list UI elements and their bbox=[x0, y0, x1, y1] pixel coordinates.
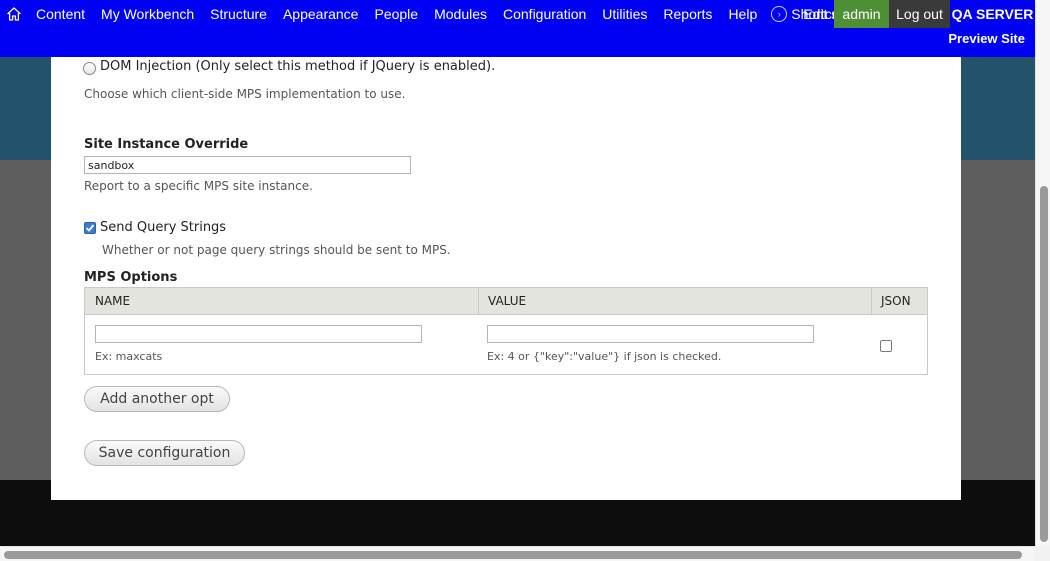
site-instance-input[interactable] bbox=[84, 156, 411, 174]
vertical-scroll-thumb[interactable] bbox=[1040, 186, 1048, 542]
option-value-input[interactable] bbox=[487, 325, 814, 343]
vertical-scrollbar[interactable] bbox=[1035, 0, 1050, 546]
send-query-strings-description: Whether or not page query strings should… bbox=[102, 243, 451, 257]
server-label: QA SERVER bbox=[951, 6, 1034, 22]
mps-options-heading: MPS Options bbox=[84, 270, 178, 285]
horizontal-scrollbar[interactable] bbox=[0, 546, 1035, 561]
option-value-example: Ex: 4 or {"key":"value"} if json is chec… bbox=[487, 350, 722, 363]
user-admin-link[interactable]: admin bbox=[834, 0, 889, 28]
checkmark-icon bbox=[85, 224, 95, 232]
send-query-strings-label: Send Query Strings bbox=[100, 220, 227, 235]
preview-site-link[interactable]: Preview Site bbox=[948, 31, 1025, 46]
menu-my-workbench[interactable]: My Workbench bbox=[93, 0, 202, 28]
menu-utilities[interactable]: Utilities bbox=[594, 0, 655, 28]
save-configuration-button[interactable]: Save configuration bbox=[84, 440, 245, 466]
option-name-input[interactable] bbox=[95, 325, 422, 343]
site-instance-label: Site Instance Override bbox=[84, 137, 249, 152]
option-json-checkbox[interactable] bbox=[880, 340, 892, 352]
logout-link[interactable]: Log out bbox=[889, 0, 950, 28]
site-instance-description: Report to a specific MPS site instance. bbox=[84, 179, 313, 193]
option-name-example: Ex: maxcats bbox=[95, 350, 163, 363]
table-header: NAME VALUE JSON bbox=[85, 288, 927, 315]
dom-injection-label: DOM Injection (Only select this method i… bbox=[100, 59, 496, 74]
home-icon[interactable] bbox=[0, 0, 28, 28]
admin-toolbar: Content My Workbench Structure Appearanc… bbox=[0, 0, 1035, 57]
column-header-value: VALUE bbox=[488, 294, 527, 308]
menu-structure[interactable]: Structure bbox=[202, 0, 275, 28]
menu-content[interactable]: Content bbox=[28, 0, 93, 28]
column-header-name: NAME bbox=[95, 294, 131, 308]
config-form-panel: DOM Injection (Only select this method i… bbox=[51, 57, 961, 500]
send-query-strings-checkbox[interactable] bbox=[84, 222, 96, 234]
add-another-option-button[interactable]: Add another opt bbox=[84, 386, 230, 412]
chevron-right-icon: › bbox=[771, 6, 788, 22]
implementation-description: Choose which client-side MPS implementat… bbox=[84, 87, 406, 101]
menu-modules[interactable]: Modules bbox=[426, 0, 495, 28]
menu-people[interactable]: People bbox=[366, 0, 426, 28]
menu-appearance[interactable]: Appearance bbox=[275, 0, 367, 28]
dom-injection-radio[interactable] bbox=[83, 62, 96, 75]
menu-configuration[interactable]: Configuration bbox=[495, 0, 594, 28]
mps-options-table: NAME VALUE JSON Ex: maxcats Ex: 4 or {"k… bbox=[84, 287, 928, 375]
horizontal-scroll-thumb[interactable] bbox=[4, 551, 1022, 559]
menu-reports[interactable]: Reports bbox=[655, 0, 720, 28]
column-header-json: JSON bbox=[881, 294, 911, 308]
menu-help[interactable]: Help bbox=[720, 0, 765, 28]
